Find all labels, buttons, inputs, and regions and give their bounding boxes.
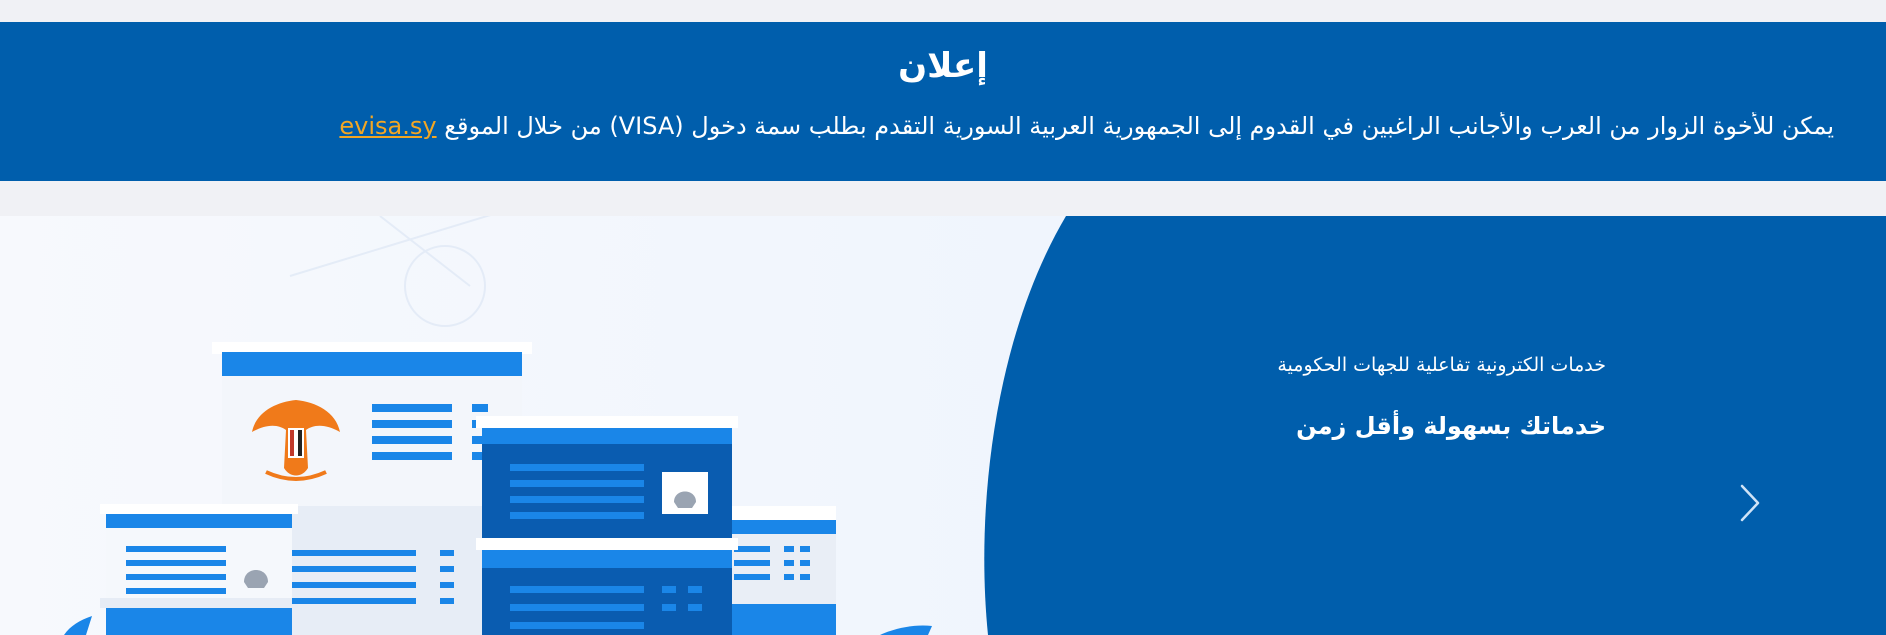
announcement-banner: إعلان يمكن للأخوة الزوار من العرب والأجا… [0, 22, 1886, 181]
announcement-title: إعلان [898, 46, 988, 86]
building-right [726, 506, 836, 635]
chevron-right-icon [1740, 484, 1760, 522]
announcement-body: يمكن للأخوة الزوار من العرب والأجانب الر… [444, 112, 1834, 140]
building-center [476, 416, 738, 635]
evisa-link[interactable]: evisa.sy [339, 112, 436, 140]
hero-slider: خدمات الكترونية تفاعلية للجهات الحكومية … [0, 216, 1886, 635]
top-strip [0, 0, 1886, 22]
announcement-text: يمكن للأخوة الزوار من العرب والأجانب الر… [52, 112, 1834, 140]
section-gap [0, 181, 1886, 216]
hero-headline: خدماتك بسهولة وأقل زمن [1296, 412, 1606, 440]
hero-tagline: خدمات الكترونية تفاعلية للجهات الحكومية [1277, 354, 1606, 376]
slider-next-button[interactable] [1730, 478, 1770, 528]
